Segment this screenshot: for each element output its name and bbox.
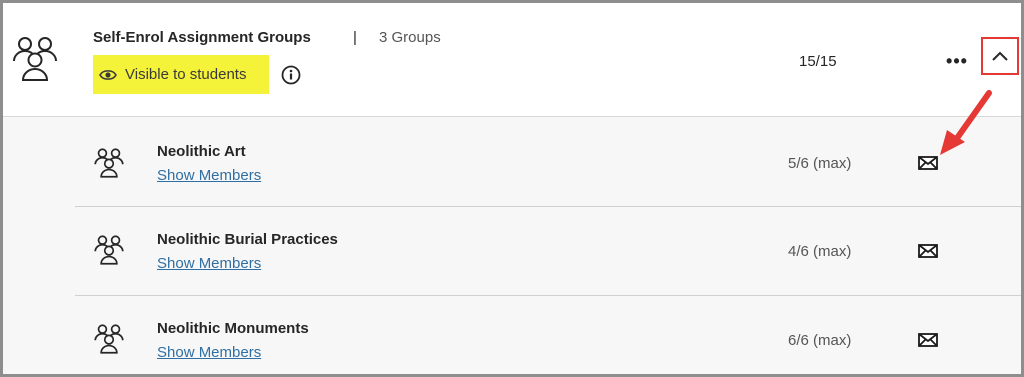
collapse-button[interactable] [981, 37, 1019, 75]
enrolment-ratio: 15/15 [799, 53, 837, 70]
group-capacity: 4/6 (max) [788, 243, 852, 260]
group-set-panel: Self-Enrol Assignment Groups | 3 Groups … [0, 0, 1024, 377]
group-name: Neolithic Art [157, 143, 246, 160]
group-set-header: Self-Enrol Assignment Groups | 3 Groups … [3, 3, 1021, 117]
show-members-link[interactable]: Show Members [157, 255, 261, 272]
group-set-title: Self-Enrol Assignment Groups [93, 29, 311, 46]
mail-icon[interactable] [918, 333, 938, 347]
group-name: Neolithic Burial Practices [157, 231, 338, 248]
group-capacity: 6/6 (max) [788, 332, 852, 349]
mail-icon[interactable] [918, 244, 938, 258]
group-row: Neolithic Art Show Members 5/6 (max) [75, 118, 1021, 207]
group-name: Neolithic Monuments [157, 320, 309, 337]
visibility-badge[interactable]: Visible to students [93, 55, 269, 94]
group-icon [94, 324, 124, 354]
groups-count: 3 Groups [379, 29, 441, 46]
more-options-button[interactable]: ••• [943, 52, 971, 70]
title-separator: | [353, 29, 357, 46]
mail-icon[interactable] [918, 156, 938, 170]
info-icon[interactable] [281, 65, 301, 85]
group-icon [94, 235, 124, 265]
group-row: Neolithic Monuments Show Members 6/6 (ma… [75, 296, 1021, 374]
eye-icon [99, 69, 117, 80]
show-members-link[interactable]: Show Members [157, 167, 261, 184]
group-capacity: 5/6 (max) [788, 155, 852, 172]
group-icon [94, 148, 124, 178]
visibility-label: Visible to students [125, 66, 247, 83]
chevron-up-icon [992, 51, 1008, 61]
group-icon [13, 37, 57, 81]
group-row: Neolithic Burial Practices Show Members … [75, 207, 1021, 296]
show-members-link[interactable]: Show Members [157, 344, 261, 361]
